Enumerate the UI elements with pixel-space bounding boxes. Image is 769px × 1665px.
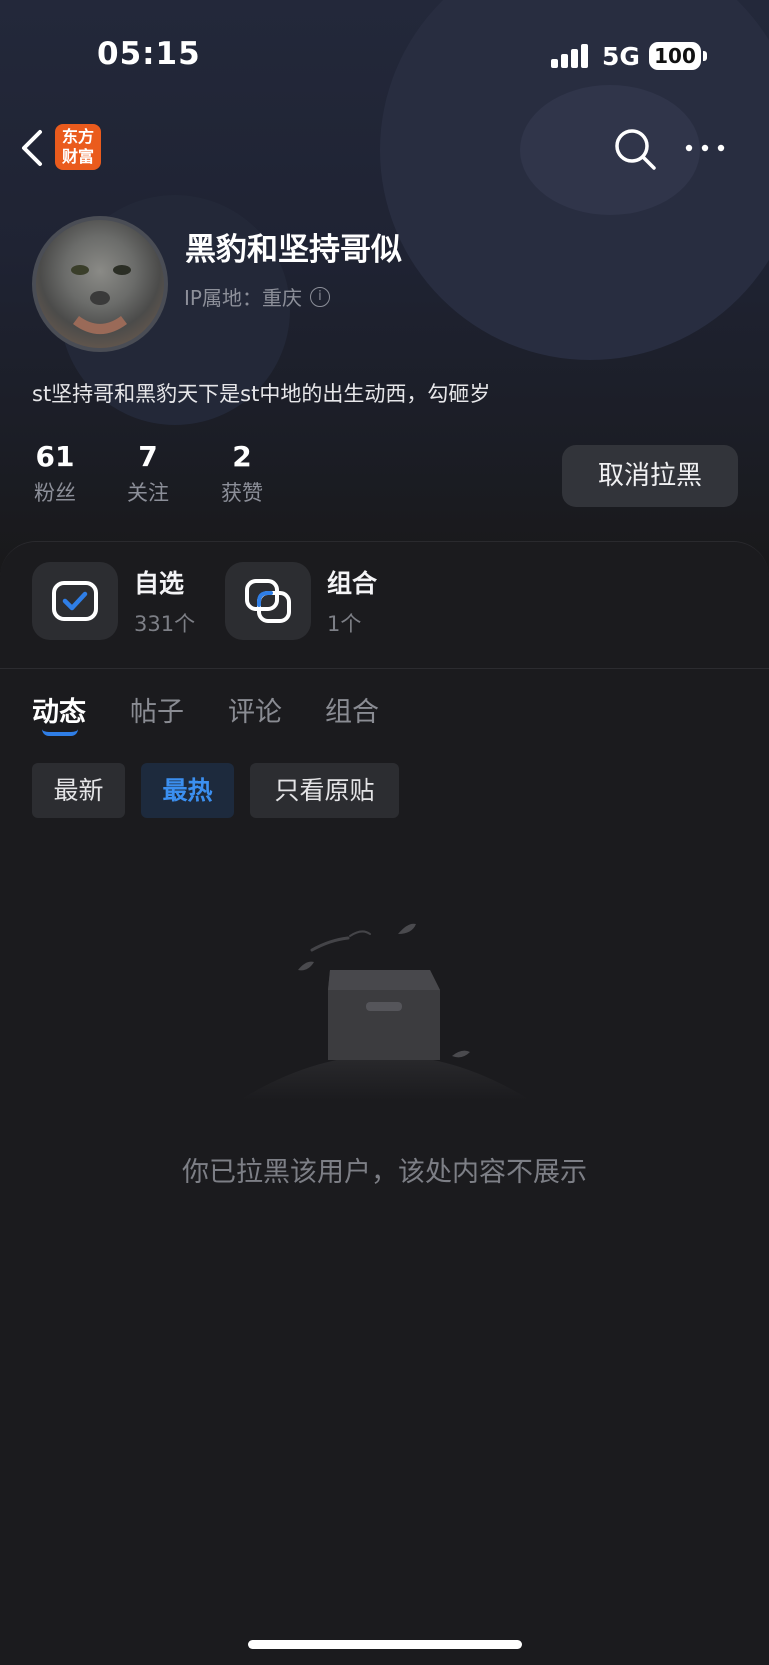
decorative-circle <box>520 85 700 215</box>
stat-label: 关注 <box>127 481 169 505</box>
filter-original-only[interactable]: 只看原贴 <box>250 763 399 818</box>
stat-following[interactable]: 7 关注 <box>113 440 183 507</box>
watchlist-count: 331个 <box>134 612 196 636</box>
home-indicator[interactable] <box>248 1640 522 1649</box>
signal-icon <box>551 44 591 68</box>
portfolio-count: 1个 <box>327 612 362 636</box>
avatar[interactable] <box>32 216 168 352</box>
empty-state-message: 你已拉黑该用户，该处内容不展示 <box>182 1157 587 1188</box>
status-time: 05:15 <box>97 36 201 72</box>
ip-location: IP属地：重庆 <box>184 286 302 310</box>
active-tab-indicator <box>42 729 78 736</box>
portfolio-title: 组合 <box>327 569 378 598</box>
ip-location-row: IP属地：重庆 i <box>184 282 330 311</box>
tab-posts[interactable]: 帖子 <box>130 690 184 729</box>
network-type: 5G <box>602 42 640 71</box>
stat-followers[interactable]: 61 粉丝 <box>20 440 90 507</box>
chevron-left-icon <box>22 130 42 166</box>
stat-label: 获赞 <box>221 481 263 505</box>
stat-value: 2 <box>232 440 252 473</box>
cat-avatar-image <box>71 265 131 334</box>
search-button[interactable] <box>612 126 658 172</box>
content-sheet <box>0 541 769 1665</box>
back-button[interactable] <box>16 126 50 170</box>
logo-text-line2: 财富 <box>61 147 94 166</box>
unblock-button[interactable]: 取消拉黑 <box>562 445 738 507</box>
user-bio: st坚持哥和黑豹天下是st中地的出生动西，勾砸岁 <box>32 382 491 406</box>
overlap-squares-icon <box>225 562 311 640</box>
watchlist-card[interactable]: 自选 331个 <box>32 562 195 640</box>
stat-likes[interactable]: 2 获赞 <box>207 440 277 507</box>
watchlist-title: 自选 <box>134 569 185 598</box>
ellipsis-icon <box>685 144 725 152</box>
section-divider <box>0 668 769 669</box>
logo-text-line1: 东方 <box>61 127 94 146</box>
username: 黑豹和坚持哥似 <box>185 232 402 268</box>
tab-portfolio[interactable]: 组合 <box>325 690 379 729</box>
search-icon <box>615 129 656 170</box>
tab-comments[interactable]: 评论 <box>228 690 282 729</box>
checkbox-icon <box>32 562 118 640</box>
filter-hottest[interactable]: 最热 <box>141 763 234 818</box>
stat-label: 粉丝 <box>34 481 76 505</box>
info-icon[interactable]: i <box>309 286 330 307</box>
stat-value: 61 <box>35 440 75 473</box>
tab-activity[interactable]: 动态 <box>32 690 86 729</box>
empty-box-icon <box>230 920 540 1100</box>
more-button[interactable] <box>684 132 726 164</box>
stat-value: 7 <box>138 440 158 473</box>
battery-icon: 100 <box>649 42 701 70</box>
portfolio-card[interactable]: 组合 1个 <box>225 562 377 640</box>
battery-tip <box>703 51 707 61</box>
filter-latest[interactable]: 最新 <box>32 763 125 818</box>
app-logo[interactable]: 东方 财富 <box>55 124 101 170</box>
